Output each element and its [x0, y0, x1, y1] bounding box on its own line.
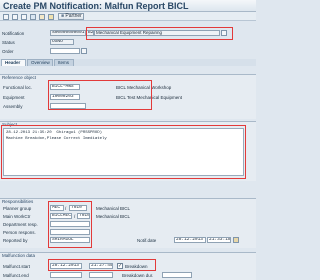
reported-by-label: Reported by: [3, 238, 28, 243]
work-center-description: Mechanical BICL: [96, 214, 131, 219]
main-work-center-label: Main WorkCtr: [3, 214, 31, 219]
responsibilities-title: Responsibilities: [2, 199, 34, 204]
equipment-label: Equipment: [3, 95, 25, 100]
planner-group-description: Mechanical BICL: [96, 206, 131, 211]
application-toolbar: ■ Partner: [0, 12, 256, 21]
tab-items[interactable]: Items: [54, 59, 74, 66]
tab-overview[interactable]: Overview: [27, 59, 53, 66]
create-icon[interactable]: [12, 14, 18, 20]
planner-plant-field[interactable]: 7010: [69, 205, 87, 211]
status-label: Status: [2, 40, 15, 45]
notification-time-field[interactable]: 21:33:18: [207, 237, 231, 243]
partner-icon: ■: [61, 13, 65, 19]
order-field[interactable]: [50, 48, 80, 54]
functional-location-description: BICL Mechanical Workshop: [116, 85, 172, 90]
functional-location-field[interactable]: BICL-MWS: [50, 84, 80, 90]
notification-number-field[interactable]: %00000000001: [50, 30, 86, 36]
order-display-icon[interactable]: [81, 48, 87, 54]
malfunction-start-date-field[interactable]: 28.12.2013: [50, 263, 82, 269]
equipment-field[interactable]: 10000203: [50, 94, 80, 100]
tab-header[interactable]: Header: [1, 59, 26, 66]
person-responsible-field[interactable]: [50, 229, 90, 235]
malfunction-data-title: Malfunction data: [2, 253, 36, 258]
notification-description-field[interactable]: Mechanical Equipment Repairing: [94, 30, 220, 36]
reported-by-field[interactable]: SHIRAGUL: [50, 237, 90, 243]
equipment-description: BICL Test Mechanical Equipment: [116, 95, 183, 100]
clock-icon[interactable]: [233, 237, 239, 243]
malfunction-end-time-field[interactable]: [89, 272, 113, 278]
notification-date-field[interactable]: 28.12.2013: [174, 237, 206, 243]
functional-location-label: Functional loc.: [3, 85, 33, 90]
malfunction-end-label: Malfunct.end: [3, 273, 29, 278]
notification-date-label: Notif.date: [137, 238, 157, 243]
breakdown-checkbox[interactable]: ✓: [117, 263, 123, 269]
breakdown-label: Breakdown: [125, 264, 148, 269]
partner-label: Partner: [65, 13, 82, 19]
department-field[interactable]: [50, 221, 90, 227]
overview-icon[interactable]: [21, 14, 27, 20]
planner-separator: /: [65, 206, 67, 211]
malfunction-start-label: Malfunct.start: [3, 264, 31, 269]
display-change-icon[interactable]: [3, 14, 9, 20]
assembly-field[interactable]: [50, 103, 86, 109]
malfunction-start-time-field[interactable]: 21:27:45: [89, 263, 113, 269]
malfunction-end-date-field[interactable]: [50, 272, 82, 278]
planner-group-label: Planner group: [3, 206, 32, 211]
breakdown-duration-field[interactable]: [162, 272, 192, 278]
status-field: OSNO: [50, 39, 74, 45]
department-label: Department resp.: [3, 222, 38, 227]
breakdown-duration-label: Breakdown dur.: [122, 273, 154, 278]
notification-type-field[interactable]: B2: [86, 30, 94, 36]
person-responsible-label: Person respons.: [3, 230, 36, 235]
work-center-plant-field[interactable]: 7010: [77, 213, 90, 219]
order-icon[interactable]: [48, 14, 54, 20]
order-label: Order: [2, 49, 14, 54]
work-center-separator: /: [74, 214, 76, 219]
reference-object-title: Reference object: [2, 75, 37, 80]
subject-long-text[interactable]: 28.12.2013 21:35:20 Ghiragu1 (PRSSPROD) M…: [3, 128, 244, 176]
long-text-icon[interactable]: [221, 30, 227, 36]
assembly-label: Assembly: [3, 104, 23, 109]
subject-title: Subject: [2, 122, 18, 127]
folder-icon[interactable]: [39, 14, 45, 20]
notification-label: Notification: [2, 31, 25, 36]
partner-button[interactable]: ■ Partner: [58, 13, 84, 20]
tab-strip: Header Overview Items: [0, 59, 256, 66]
planner-group-field[interactable]: MEC: [50, 205, 64, 211]
main-work-center-field[interactable]: BICLMECH: [50, 213, 72, 219]
subject-text-line-2: Machine Breakdon,Please Correct Imediate…: [6, 137, 107, 141]
catalog-icon[interactable]: [30, 14, 36, 20]
window-title: Create PM Notification: Malfun Report BI…: [0, 0, 256, 12]
